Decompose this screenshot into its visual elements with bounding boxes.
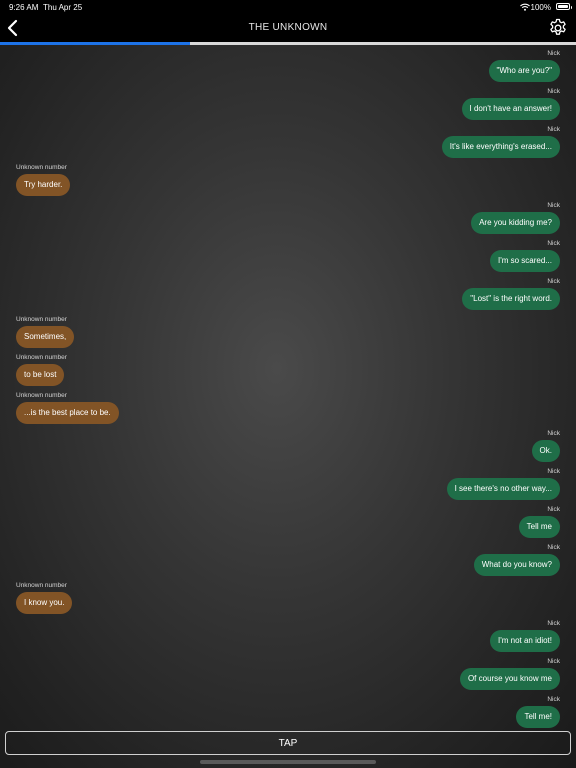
chat-thread[interactable]: Nick "Who are you?" Nick I don't have an an… bbox=[0, 48, 576, 728]
message-sender: Nick bbox=[547, 202, 560, 209]
message-sender: Nick bbox=[547, 658, 560, 665]
message-bubble: I don't have an answer! bbox=[461, 98, 560, 120]
incoming-message: Unknown number ...is the best place to be… bbox=[0, 390, 576, 428]
outgoing-message: Nick Of course you know me bbox=[0, 656, 576, 694]
message-sender: Unknown number bbox=[16, 582, 67, 589]
message-sender: Nick bbox=[547, 126, 560, 133]
message-bubble: I'm so scared... bbox=[490, 250, 560, 272]
gear-icon bbox=[550, 18, 566, 35]
message-bubble: "Lost" is the right word. bbox=[462, 288, 560, 310]
battery-percentage: 100% bbox=[530, 3, 551, 12]
message-sender: Nick bbox=[547, 506, 560, 513]
outgoing-message: Nick "Who are you?" bbox=[0, 48, 576, 86]
outgoing-message: Nick Tell me bbox=[0, 504, 576, 542]
message-bubble: Try harder. bbox=[16, 174, 71, 196]
incoming-message: Unknown number to be lost bbox=[0, 352, 576, 390]
message-sender: Nick bbox=[547, 278, 560, 285]
message-bubble: Tell me! bbox=[516, 706, 560, 728]
status-time: 9:26 AM bbox=[9, 3, 39, 12]
message-sender: Nick bbox=[547, 240, 560, 247]
message-bubble: Tell me bbox=[518, 516, 560, 538]
outgoing-message: Nick "Lost" is the right word. bbox=[0, 276, 576, 314]
message-sender: Nick bbox=[547, 50, 560, 57]
message-sender: Unknown number bbox=[16, 354, 67, 361]
message-bubble: Are you kidding me? bbox=[471, 212, 560, 234]
home-indicator bbox=[200, 760, 376, 764]
message-bubble: ...is the best place to be. bbox=[16, 402, 119, 424]
incoming-message: Unknown number I know you. bbox=[0, 580, 576, 618]
battery-full-icon bbox=[556, 3, 572, 10]
outgoing-message: Nick It's like everything's erased... bbox=[0, 124, 576, 162]
tap-button[interactable]: TAP bbox=[5, 731, 571, 755]
outgoing-message: Nick What do you know? bbox=[0, 542, 576, 580]
message-bubble: I'm not an idiot! bbox=[490, 630, 560, 652]
message-sender: Nick bbox=[547, 620, 560, 627]
outgoing-message: Nick Ok. bbox=[0, 428, 576, 466]
message-bubble: to be lost bbox=[16, 364, 65, 386]
nav-bar: THE UNKNOWN bbox=[0, 14, 576, 42]
message-sender: Nick bbox=[547, 88, 560, 95]
message-bubble: I see there's no other way... bbox=[446, 478, 560, 500]
screen: 9:26 AM Thu Apr 25 100% THE UNKNOWN Nick… bbox=[0, 0, 576, 768]
message-sender: Nick bbox=[547, 544, 560, 551]
outgoing-message: Nick I'm not an idiot! bbox=[0, 618, 576, 656]
message-sender: Nick bbox=[547, 696, 560, 703]
incoming-message: Unknown number Try harder. bbox=[0, 162, 576, 200]
status-date: Thu Apr 25 bbox=[43, 3, 83, 12]
outgoing-message: Nick I don't have an answer! bbox=[0, 86, 576, 124]
message-bubble: What do you know? bbox=[473, 554, 560, 576]
chapter-progress-bar bbox=[0, 42, 576, 45]
outgoing-message: Nick I see there's no other way... bbox=[0, 466, 576, 504]
message-sender: Unknown number bbox=[16, 164, 67, 171]
message-bubble: I know you. bbox=[16, 592, 73, 614]
outgoing-message: Nick Are you kidding me? bbox=[0, 200, 576, 238]
progress-fill bbox=[0, 42, 191, 45]
message-bubble: Sometimes, bbox=[16, 326, 75, 348]
settings-button[interactable] bbox=[548, 18, 568, 38]
wifi-icon bbox=[520, 3, 530, 11]
outgoing-message: Nick Tell me! bbox=[0, 694, 576, 728]
message-sender: Unknown number bbox=[16, 316, 67, 323]
message-sender: Unknown number bbox=[16, 392, 67, 399]
message-bubble: "Who are you?" bbox=[488, 60, 560, 82]
message-sender: Nick bbox=[547, 430, 560, 437]
message-sender: Nick bbox=[547, 468, 560, 475]
status-bar: 9:26 AM Thu Apr 25 100% bbox=[0, 0, 576, 14]
incoming-message: Unknown number Sometimes, bbox=[0, 314, 576, 352]
message-bubble: Of course you know me bbox=[459, 668, 560, 690]
page-title: THE UNKNOWN bbox=[248, 22, 328, 33]
message-bubble: It's like everything's erased... bbox=[441, 136, 560, 158]
message-bubble: Ok. bbox=[531, 440, 560, 462]
outgoing-message: Nick I'm so scared... bbox=[0, 238, 576, 276]
